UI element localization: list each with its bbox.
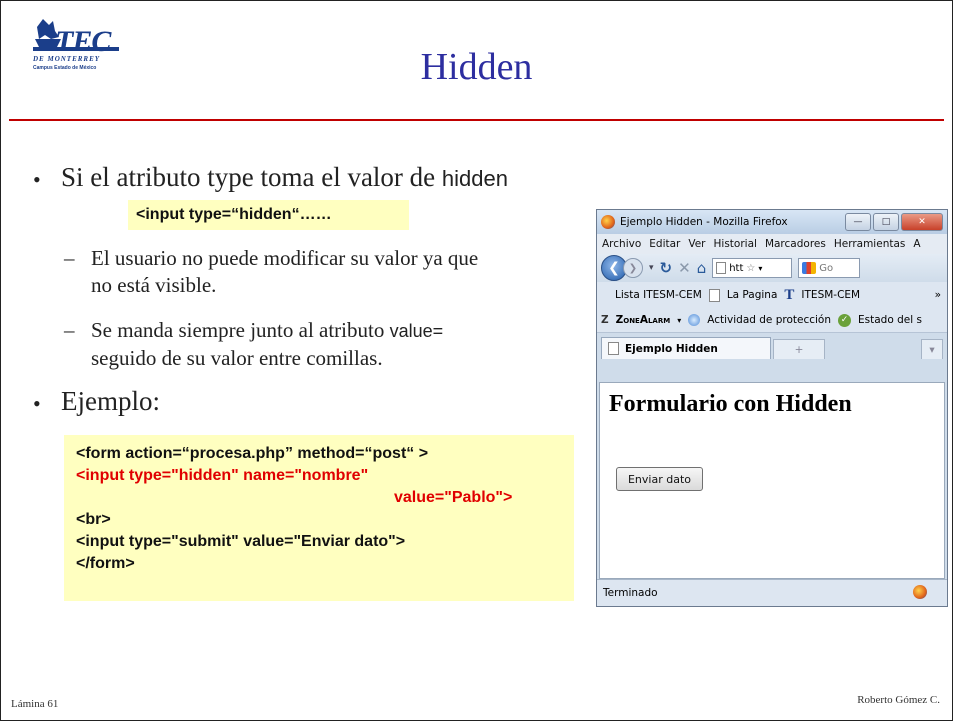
page-content: Formulario con Hidden Enviar dato <box>599 382 945 579</box>
code-line-form-close: </form> <box>76 555 135 572</box>
sub-dash-2: – <box>64 318 75 342</box>
bullet-1: Si el atributo type toma el valor de hid… <box>61 162 508 193</box>
minimize-button[interactable]: — <box>845 213 871 231</box>
url-dropdown-icon[interactable]: ▾ <box>758 264 762 273</box>
menu-ayuda[interactable]: A <box>913 238 920 250</box>
slide: TEC DE MONTERREY Campus Estado de México… <box>0 0 953 721</box>
sub-bullet-2: Se manda siempre junto al atributo value… <box>91 317 591 372</box>
search-text: Go <box>819 262 834 274</box>
status-bar: Terminado <box>597 579 947 606</box>
code-line-hidden-input: <input type="hidden" name="nombre" <box>76 467 369 484</box>
code-line-br: <br> <box>76 511 111 528</box>
tab-list-button[interactable]: ▾ <box>921 339 943 359</box>
zonealarm-label[interactable]: ZoneAlarm <box>616 314 671 326</box>
menu-bar: Archivo Editar Ver Historial Marcadores … <box>597 234 947 254</box>
bookmark-lista-itesm[interactable]: Lista ITESM-CEM <box>615 289 702 301</box>
code-example: <form action=“procesa.php” method=“post“… <box>64 435 574 601</box>
shield-icon <box>688 314 701 326</box>
menu-historial[interactable]: Historial <box>714 238 757 250</box>
bullet-2: Ejemplo: <box>61 386 160 416</box>
tab-bar: Ejemplo Hidden + ▾ <box>597 333 947 359</box>
slide-author: Roberto Gómez C. <box>857 694 940 706</box>
bullet-mark: • <box>33 391 41 416</box>
firefox-icon <box>601 215 615 229</box>
sub-bullet-1: El usuario no puede modificar su valor y… <box>91 245 601 299</box>
window-titlebar: Ejemplo Hidden - Mozilla Firefox — □ ✕ <box>597 210 947 234</box>
history-dropdown-icon[interactable]: ▾ <box>649 263 654 273</box>
inline-code: <input type=“hidden“…… <box>128 200 409 230</box>
forward-button[interactable]: ❯ <box>623 258 643 278</box>
submit-button[interactable]: Enviar dato <box>616 467 703 491</box>
bookmark-itesm-cem[interactable]: ITESM-CEM <box>801 289 860 301</box>
bookmarks-bar: Lista ITESM-CEM La Pagina T ITESM-CEM » <box>597 282 947 308</box>
zonealarm-dropdown-icon[interactable]: ▾ <box>677 316 681 325</box>
tab-ejemplo-hidden[interactable]: Ejemplo Hidden <box>601 337 771 359</box>
search-box[interactable]: Go <box>798 258 861 278</box>
url-bar[interactable]: htt ☆ ▾ <box>712 258 793 278</box>
code-line-submit: <input type="submit" value="Enviar dato"… <box>76 533 406 550</box>
home-icon[interactable]: ⌂ <box>697 259 707 277</box>
sub-bullet-1-line1: El usuario no puede modificar su valor y… <box>91 246 479 270</box>
google-icon[interactable] <box>802 262 817 274</box>
bullet-1-text: Si el atributo type toma el valor de <box>61 162 442 192</box>
page-heading: Formulario con Hidden <box>609 391 852 417</box>
new-tab-button[interactable]: + <box>773 339 825 359</box>
url-text: htt <box>729 262 744 274</box>
firefox-window: Ejemplo Hidden - Mozilla Firefox — □ ✕ A… <box>596 209 948 607</box>
title-divider <box>9 119 944 121</box>
code-line-hidden-value: value="Pablo"> <box>394 489 513 506</box>
reload-icon[interactable]: ↻ <box>660 259 673 277</box>
page-icon <box>708 288 720 302</box>
close-button[interactable]: ✕ <box>901 213 943 231</box>
navigation-toolbar: ❮ ❯ ▾ ↻ ✕ ⌂ htt ☆ ▾ Go <box>597 254 947 282</box>
bullet-1-keyword: hidden <box>441 166 508 191</box>
zonealarm-icon: Z <box>601 314 609 326</box>
code-line-form: <form action=“procesa.php” method=“post“… <box>76 445 429 462</box>
window-title: Ejemplo Hidden - Mozilla Firefox <box>620 216 788 228</box>
tab-label: Ejemplo Hidden <box>625 342 718 355</box>
menu-herramientas[interactable]: Herramientas <box>834 238 906 250</box>
stop-icon[interactable]: ✕ <box>678 259 691 277</box>
maximize-button[interactable]: □ <box>873 213 899 231</box>
sub-bullet-2-keyword: value= <box>389 321 444 341</box>
sub-bullet-2-line2: seguido de su valor entre comillas. <box>91 346 383 370</box>
za-status[interactable]: Estado del s <box>858 314 922 326</box>
page-icon <box>716 262 727 274</box>
sub-bullet-2-text: Se manda siempre junto al atributo <box>91 318 390 342</box>
sub-bullet-1-line2: no está visible. <box>91 273 217 297</box>
page-icon <box>608 342 619 355</box>
sub-dash-1: – <box>64 246 75 270</box>
bookmark-la-pagina[interactable]: La Pagina <box>727 289 778 301</box>
sub-bullet-2-line1: Se manda siempre junto al atributo value… <box>91 317 591 345</box>
menu-ver[interactable]: Ver <box>688 238 705 250</box>
menu-editar[interactable]: Editar <box>649 238 680 250</box>
za-protection-activity[interactable]: Actividad de protección <box>707 314 831 326</box>
slide-number: Lámina 61 <box>11 698 59 710</box>
bullet-mark: • <box>33 167 41 192</box>
bookmark-star-icon[interactable]: ☆ <box>746 263 755 274</box>
menu-marcadores[interactable]: Marcadores <box>765 238 826 250</box>
slide-title: Hidden <box>420 46 533 88</box>
status-text: Terminado <box>603 587 658 599</box>
zonealarm-toolbar: Z ZoneAlarm ▾ Actividad de protección ✓ … <box>597 308 947 333</box>
firefox-status-icon <box>913 585 927 599</box>
t-logo-icon: T <box>784 286 795 303</box>
checkmark-icon: ✓ <box>838 313 852 327</box>
menu-archivo[interactable]: Archivo <box>602 238 641 250</box>
bookmarks-more-icon[interactable]: » <box>935 289 947 301</box>
